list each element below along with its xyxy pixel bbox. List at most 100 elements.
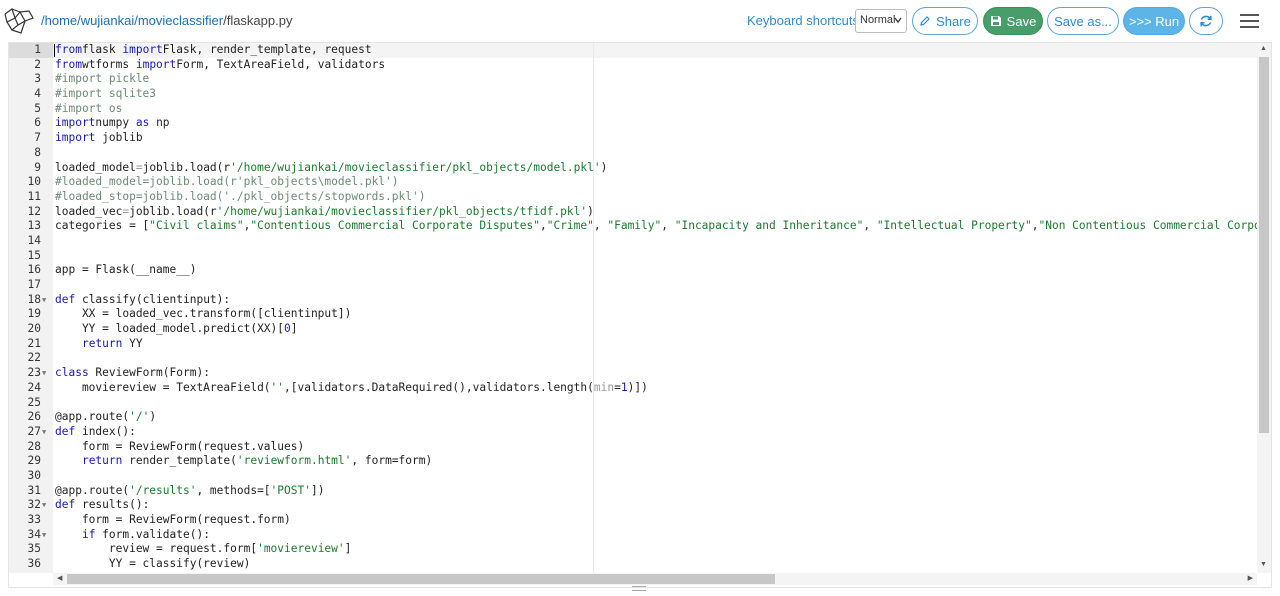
editor-resize-handle[interactable]	[0, 584, 1280, 596]
code-line[interactable]: 19 XX = loaded_vec.transform([clientinpu…	[9, 307, 1257, 322]
vertical-scroll-thumb[interactable]	[1259, 57, 1269, 433]
code-token: import	[55, 131, 96, 145]
fold-toggle-icon[interactable]: ▼	[42, 366, 46, 381]
code-token: )	[600, 160, 608, 174]
code-line[interactable]: 16 app = Flask(__name__)	[9, 263, 1257, 278]
line-code: #import sqlite3	[55, 87, 156, 102]
line-code: YY = classify(review)	[55, 557, 250, 572]
code-line[interactable]: 9 loaded_model=joblib.load(r'/home/wujian…	[9, 161, 1257, 176]
save-button[interactable]: Save	[983, 7, 1043, 35]
line-code: app = Flask(__name__)	[55, 263, 196, 278]
line-number: 27	[27, 424, 41, 438]
code-line[interactable]: 26 @app.route('/')	[9, 410, 1257, 425]
line-number: 32	[27, 498, 41, 512]
code-line[interactable]: 20 YY = loaded_model.predict(XX)[0]	[9, 322, 1257, 337]
code-token: , methods=[	[196, 483, 271, 497]
line-number: 31	[27, 483, 41, 497]
code-line[interactable]: 17	[9, 278, 1257, 293]
code-token: import	[135, 57, 177, 71]
vertical-scrollbar[interactable]: ▲ ▼	[1257, 43, 1271, 573]
code-line[interactable]: 27 ▼ def index():	[9, 425, 1257, 440]
line-number: 28	[27, 439, 41, 453]
code-line[interactable]: 25	[9, 396, 1257, 411]
code-token: YY = loaded_model.predict(XX)[	[55, 322, 285, 336]
code-line[interactable]: 10 #loaded_model=joblib.load(r'pkl_object…	[9, 175, 1257, 190]
code-line[interactable]: 5 #import os	[9, 102, 1257, 117]
code-line[interactable]: 7 import joblib	[9, 131, 1257, 146]
code-line[interactable]: 22	[9, 351, 1257, 366]
breadcrumb-movieclassifier[interactable]: /movieclassifier	[134, 13, 223, 28]
reload-button[interactable]	[1189, 7, 1223, 35]
fold-toggle-icon[interactable]: ▼	[42, 572, 46, 573]
keyboard-shortcuts-select[interactable]: Normal	[855, 9, 907, 33]
code-line[interactable]: 33 form = ReviewForm(request.form)	[9, 513, 1257, 528]
breadcrumb-wujiankai[interactable]: /wujiankai	[77, 13, 134, 28]
code-line[interactable]: 28 form = ReviewForm(request.values)	[9, 440, 1257, 455]
line-number: 24	[27, 380, 41, 394]
fold-toggle-icon[interactable]: ▼	[42, 498, 46, 513]
line-number: 2	[34, 57, 41, 71]
code-line[interactable]: 31 @app.route('/results', methods=['POST'…	[9, 484, 1257, 499]
text-cursor	[54, 44, 55, 57]
breadcrumb-home[interactable]: /home	[41, 13, 77, 28]
resize-grip-icon[interactable]	[632, 586, 646, 591]
code-lines[interactable]: 1 fromflask importFlask, render_template,…	[9, 43, 1257, 573]
line-code: return YY	[55, 337, 143, 352]
code-token: 0	[284, 322, 291, 336]
code-token: 1	[620, 380, 628, 394]
hamburger-menu-icon[interactable]	[1234, 9, 1264, 33]
code-editor[interactable]: 1 fromflask importFlask, render_template,…	[8, 42, 1272, 588]
fold-toggle-icon[interactable]: ▼	[42, 293, 46, 308]
code-token: moviereview = TextAreaField(	[55, 380, 271, 394]
code-line[interactable]: 18 ▼ def classify(clientinput):	[9, 293, 1257, 308]
code-line[interactable]: 36 YY = classify(review)	[9, 557, 1257, 572]
line-number: 6	[34, 116, 41, 130]
run-button[interactable]: >>> Run	[1123, 7, 1185, 35]
floppy-disk-icon	[990, 16, 1001, 26]
fold-toggle-icon[interactable]: ▼	[42, 528, 46, 543]
scroll-down-icon[interactable]: ▼	[1260, 561, 1267, 568]
code-token: return	[81, 336, 123, 350]
fold-toggle-icon[interactable]: ▼	[42, 425, 46, 440]
code-line[interactable]: 3 #import pickle	[9, 72, 1257, 87]
breadcrumb-filename: /flaskapp.py	[223, 13, 293, 28]
line-number: 1	[34, 43, 41, 56]
code-line[interactable]: 21 return YY	[9, 337, 1257, 352]
code-line[interactable]: 12 loaded_vec=joblib.load(r'/home/wujiank…	[9, 205, 1257, 220]
scroll-left-icon[interactable]: ◀	[57, 574, 62, 582]
code-line[interactable]: 13 categories = ["Civil claims","Contenti…	[9, 219, 1257, 234]
code-line[interactable]: 23 ▼ class ReviewForm(Form):	[9, 366, 1257, 381]
code-line[interactable]: 11 #loaded_stop=joblib.load('./pkl_object…	[9, 190, 1257, 205]
code-token: index():	[75, 424, 136, 438]
line-code: def index():	[55, 425, 136, 440]
code-line[interactable]: 1 fromflask importFlask, render_template,…	[9, 43, 1257, 58]
code-line[interactable]: 35 review = request.form['moviereview']	[9, 542, 1257, 557]
code-line[interactable]: 24 moviereview = TextAreaField('',[valid…	[9, 381, 1257, 396]
code-token: =	[614, 380, 621, 394]
code-token: ''	[270, 380, 285, 394]
code-line[interactable]: 32 ▼ def results():	[9, 498, 1257, 513]
share-button[interactable]: Share	[912, 7, 978, 35]
code-token: review = request.form[	[55, 542, 258, 556]
code-line[interactable]: 8	[9, 146, 1257, 161]
code-line[interactable]: 34 ▼ if form.validate():	[9, 528, 1257, 543]
code-line[interactable]: 2 fromwtforms importForm, TextAreaField, …	[9, 58, 1257, 73]
code-line[interactable]: 15	[9, 249, 1257, 264]
code-token: loaded_model	[55, 160, 136, 174]
line-code: YY = loaded_model.predict(XX)[0]	[55, 322, 298, 337]
code-line[interactable]: 4 #import sqlite3	[9, 87, 1257, 102]
scroll-up-icon[interactable]: ▲	[1260, 45, 1267, 52]
line-code: fromwtforms importForm, TextAreaField, v…	[55, 58, 385, 73]
code-token: "Incapacity and Inheritance"	[674, 219, 864, 233]
code-line[interactable]: 14	[9, 234, 1257, 249]
scroll-right-icon[interactable]: ▶	[1248, 574, 1253, 582]
line-number: 30	[27, 468, 41, 482]
code-line[interactable]: 6 importnumpy as np	[9, 116, 1257, 131]
pythonanywhere-logo[interactable]	[3, 6, 37, 36]
save-as-button[interactable]: Save as...	[1047, 7, 1119, 35]
code-token: Flask, render_template, request	[162, 43, 372, 56]
horizontal-scroll-thumb[interactable]	[67, 574, 775, 584]
code-token: if	[81, 527, 96, 541]
code-line[interactable]: 30	[9, 469, 1257, 484]
code-line[interactable]: 29 return render_template('reviewform.ht…	[9, 454, 1257, 469]
